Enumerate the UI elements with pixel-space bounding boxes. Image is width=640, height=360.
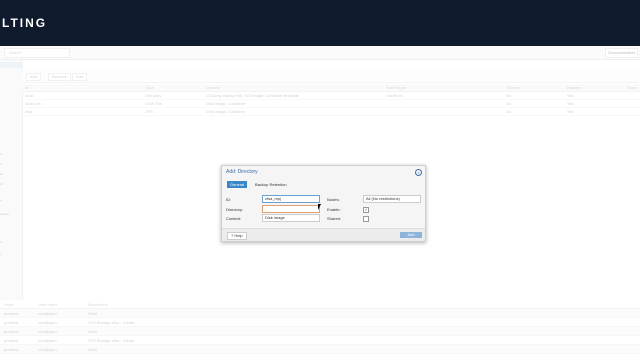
shared-label: Shared:: [327, 216, 342, 221]
brand-logo-text: LTING: [2, 16, 48, 30]
tab-general[interactable]: General: [227, 181, 248, 188]
add-submit-button[interactable]: Add: [400, 232, 422, 238]
mouse-cursor-icon: [318, 204, 324, 210]
content-label: Content:: [226, 216, 242, 221]
help-label: Help: [234, 233, 243, 238]
help-button[interactable]: ? Help: [227, 232, 247, 240]
top-banner: LTING: [0, 0, 640, 46]
id-label: ID:: [226, 197, 232, 202]
enable-checkbox[interactable]: ✓: [363, 207, 369, 213]
nodes-label: Nodes:: [327, 197, 340, 202]
close-icon[interactable]: ×: [415, 169, 422, 176]
dialog-title: Add: Directory: [226, 169, 258, 175]
shared-checkbox[interactable]: [363, 216, 369, 222]
help-icon: ?: [231, 233, 234, 238]
directory-label: Directory:: [226, 207, 244, 212]
enable-label: Enable:: [327, 207, 341, 212]
dialog-footer: ? Help Add: [222, 228, 425, 241]
tab-backup-retention[interactable]: Backup Retention: [255, 181, 287, 188]
content-select[interactable]: Disk image: [262, 214, 320, 222]
id-input[interactable]: zfsa_mp|: [262, 195, 320, 203]
directory-input[interactable]: [262, 205, 320, 213]
nodes-select[interactable]: All (No restrictions): [363, 195, 421, 203]
